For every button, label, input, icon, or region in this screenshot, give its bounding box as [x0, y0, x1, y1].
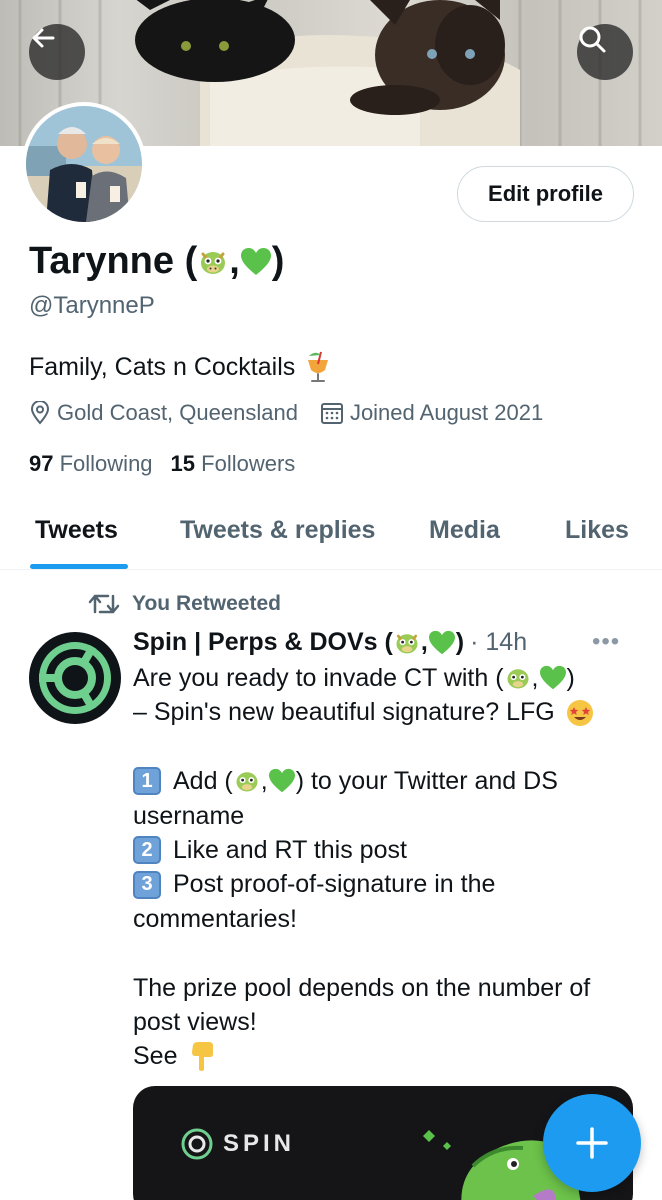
author-name-close: ) [455, 628, 465, 656]
tab-likes[interactable]: Likes [565, 516, 629, 545]
green-heart-emoji-icon [240, 247, 271, 275]
active-tab-indicator [30, 564, 128, 569]
tab-tweets-replies[interactable]: Tweets & replies [180, 516, 375, 545]
tweet-line: – Spin's new beautiful signature? LFG [133, 695, 633, 729]
tweet-line: commentaries! [133, 902, 633, 936]
keycap-two-icon: 2 [133, 836, 161, 865]
dragon-emoji-icon [236, 772, 258, 792]
profile-bio: Family, Cats n Cocktails [29, 350, 331, 384]
following-count: 97 [29, 451, 54, 476]
tweet-text-segment: username [133, 801, 245, 830]
retweet-context: You Retweeted [88, 592, 281, 616]
compose-tweet-button[interactable] [543, 1094, 641, 1192]
tweet-text-segment: The prize pool depends on the number of [133, 973, 591, 1002]
tweet-line: 2 Like and RT this post [133, 833, 633, 867]
bio-text: Family, Cats n Cocktails [29, 352, 296, 381]
display-name-text: Tarynne ( [29, 240, 198, 282]
tweet-line: Are you ready to invade CT with ( , ) [133, 661, 633, 695]
spin-logo-icon [181, 1128, 213, 1160]
tweet-line: See [133, 1039, 633, 1073]
tweet-text-segment: post views! [133, 1007, 257, 1036]
tweet-text-segment: ) [566, 664, 575, 692]
tweet-text-segment: Like and RT this post [173, 835, 407, 864]
tweet-text: Are you ready to invade CT with ( , ) – … [133, 661, 633, 1074]
green-heart-emoji-icon [539, 666, 566, 690]
profile-meta: Gold Coast, Queensland Joined August 202… [29, 400, 565, 426]
edit-profile-button[interactable]: Edit profile [457, 166, 634, 222]
tab-tweets[interactable]: Tweets [35, 516, 118, 545]
retweet-label: You Retweeted [132, 592, 281, 615]
dragon-emoji-icon [396, 633, 418, 653]
display-name-comma: , [229, 240, 240, 282]
profile-handle: @TarynneP [29, 292, 155, 319]
calendar-icon [320, 403, 343, 424]
dragon-emoji-icon [201, 251, 226, 274]
green-heart-emoji-icon [268, 769, 295, 793]
tweet-text-segment: Are you ready to invade CT with ( [133, 664, 504, 692]
plus-icon [576, 1127, 608, 1159]
followers-count: 15 [170, 451, 196, 476]
tweet-text-segment: ) to your Twitter and DS [295, 767, 558, 796]
tweet-header: Spin | Perps & DOVs ( , ) · 14h [133, 628, 527, 657]
followers-label: Followers [201, 451, 296, 476]
dragon-emoji-icon [507, 669, 529, 689]
tweet-author-name[interactable]: Spin | Perps & DOVs ( , ) [133, 628, 464, 657]
keycap-three-icon: 3 [133, 870, 161, 899]
profile-avatar[interactable] [22, 102, 146, 226]
avatar-photo [26, 106, 142, 222]
tweet-text-segment: Post proof-of-signature in the [173, 870, 496, 899]
more-options-icon[interactable]: ••• [592, 628, 620, 656]
follow-stats: 97 Following 15 Followers [29, 451, 295, 477]
followers-link[interactable]: 15 Followers [171, 451, 296, 477]
spin-logo-text: SPIN [223, 1130, 296, 1157]
location-pin-icon [30, 401, 50, 425]
tweet-author-avatar[interactable] [29, 632, 121, 724]
spin-brand-logo: SPIN [181, 1128, 295, 1160]
location: Gold Coast, Queensland [29, 400, 298, 426]
keycap-one-icon: 1 [133, 767, 161, 796]
tweet-line: username [133, 799, 633, 833]
joined-text: Joined August 2021 [349, 400, 544, 425]
search-button[interactable] [577, 24, 633, 80]
star-struck-emoji-icon [566, 699, 593, 726]
tweet-text-segment: , [260, 767, 268, 796]
spin-logo-icon [39, 642, 111, 714]
tweet-line: The prize pool depends on the number of [133, 971, 633, 1005]
pointing-down-emoji-icon [192, 1042, 214, 1072]
tweet-line: 1 Add ( , ) to your Twitter and DS [133, 764, 633, 798]
author-name-text: Spin | Perps & DOVs ( [133, 628, 393, 656]
green-heart-emoji-icon [428, 630, 455, 654]
tweet-text-segment: – Spin's new beautiful signature? LFG [133, 698, 555, 727]
tweet-line: post views! [133, 1005, 633, 1039]
arrow-left-icon [32, 28, 55, 48]
tweet-text-segment: See [133, 1042, 178, 1071]
display-name-close: ) [271, 240, 285, 282]
tweet-time[interactable]: · 14h [470, 628, 527, 657]
following-label: Following [59, 451, 153, 476]
tweet-text-segment: Add ( [173, 767, 233, 796]
tab-media[interactable]: Media [429, 516, 500, 545]
tweet-text-segment: commentaries! [133, 904, 297, 933]
retweet-icon [88, 594, 120, 614]
tropical-drink-emoji-icon [308, 351, 329, 382]
back-button[interactable] [29, 24, 85, 80]
author-name-comma: , [420, 628, 428, 656]
tweet-line: 3 Post proof-of-signature in the [133, 867, 633, 901]
tweet-text-segment: , [531, 664, 539, 692]
search-icon [579, 26, 606, 53]
display-name: Tarynne ( , ) [29, 240, 284, 283]
profile-tabs: Tweets Tweets & replies Media Likes [0, 500, 662, 570]
location-text: Gold Coast, Queensland [57, 400, 298, 425]
joined-date: Joined August 2021 [320, 400, 543, 426]
following-link[interactable]: 97 Following [29, 451, 153, 477]
